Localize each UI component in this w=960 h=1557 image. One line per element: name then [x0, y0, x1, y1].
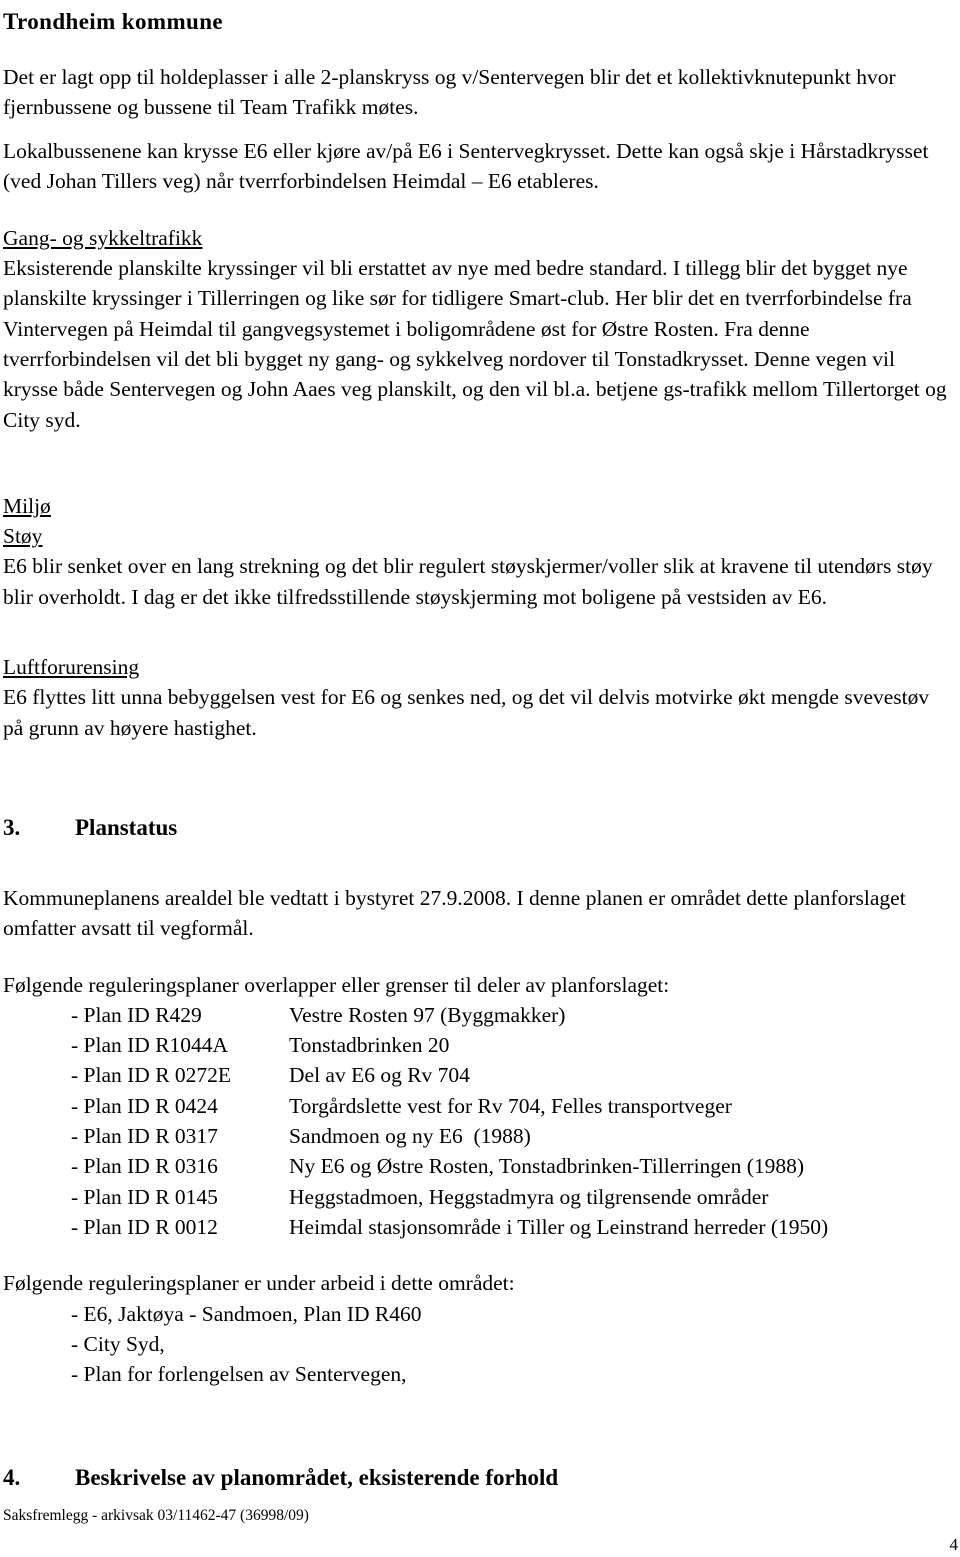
- list-item: - Plan ID R 0272E Del av E6 og Rv 704: [3, 1060, 947, 1090]
- paragraph-kommuneplanens-arealdel: Kommuneplanens arealdel ble vedtatt i by…: [3, 885, 906, 941]
- plan-description: Ny E6 og Østre Rosten, Tonstadbrinken-Ti…: [289, 1154, 805, 1179]
- paragraph-stoy: E6 blir senket over en lang strekning og…: [3, 554, 933, 609]
- paragraph-luftforurensing: E6 flyttes litt unna bebyggelsen vest fo…: [3, 685, 930, 740]
- document-content: Trondheim kommune Det er lagt opp til ho…: [3, 0, 947, 1493]
- plan-description: Vestre Rosten 97 (Byggmakker): [289, 1002, 566, 1027]
- heading-section-4: 4. Beskrivelse av planområdet, eksistere…: [3, 1463, 947, 1493]
- document-page: Trondheim kommune Det er lagt opp til ho…: [0, 0, 960, 1557]
- page-title: Trondheim kommune: [3, 9, 224, 34]
- work-in-progress-list: - E6, Jaktøya - Sandmoen, Plan ID R460 -…: [3, 1299, 947, 1390]
- plan-id: - Plan ID R 0424: [71, 1093, 218, 1118]
- paragraph-lokalbussene: Lokalbussenene kan krysse E6 eller kjøre…: [3, 139, 929, 194]
- list-item: - Plan ID R 0012 Heimdal stasjonsområde …: [3, 1212, 947, 1242]
- plan-id: - Plan ID R 0012: [71, 1214, 218, 1239]
- plan-description: Del av E6 og Rv 704: [289, 1063, 470, 1088]
- heading-stoy: Støy: [3, 521, 947, 551]
- heading-stoy-label: Støy: [3, 524, 43, 549]
- plan-id: - Plan ID R429: [71, 1002, 202, 1027]
- heading-miljo: Miljø: [3, 491, 947, 521]
- list-item: - Plan ID R429 Vestre Rosten 97 (Byggmak…: [3, 1000, 947, 1030]
- plan-description: Heimdal stasjonsområde i Tiller og Leins…: [289, 1214, 829, 1239]
- plan-id: - Plan ID R 0316: [71, 1154, 218, 1179]
- plan-id: - Plan ID R 0145: [71, 1184, 218, 1209]
- list-item: - Plan ID R 0424 Torgårdslette vest for …: [3, 1091, 947, 1121]
- list-item: - City Syd,: [71, 1331, 165, 1356]
- list-item: - E6, Jaktøya - Sandmoen, Plan ID R460: [71, 1301, 422, 1326]
- list-item: - Plan ID R1044A Tonstadbrinken 20: [3, 1030, 947, 1060]
- plan-id: - Plan ID R 0272E: [71, 1063, 232, 1088]
- list-item: - Plan ID R 0317 Sandmoen og ny E6 (1988…: [3, 1121, 947, 1151]
- paragraph-holdeplasser: Det er lagt opp til holdeplasser i alle …: [3, 64, 896, 119]
- plan-id: - Plan ID R 0317: [71, 1124, 218, 1149]
- heading-luftforurensing: Luftforurensing: [3, 652, 947, 682]
- heading-section-3: 3. Planstatus: [3, 813, 947, 843]
- heading-gang-og-sykkeltrafikk-label: Gang- og sykkeltrafikk: [3, 225, 203, 250]
- plan-description: Sandmoen og ny E6 (1988): [289, 1124, 531, 1149]
- list-item: - Plan for forlengelsen av Sentervegen,: [71, 1362, 407, 1387]
- heading-section-3-number: 3.: [3, 814, 21, 840]
- heading-gang-og-sykkeltrafikk: Gang- og sykkeltrafikk: [3, 223, 947, 253]
- footer-text: Saksfremlegg - arkivsak 03/11462-47 (369…: [3, 1507, 309, 1524]
- paragraph-plans-intro: Følgende reguleringsplaner overlapper el…: [3, 972, 670, 997]
- heading-section-4-label: Beskrivelse av planområdet, eksisterende…: [75, 1465, 559, 1491]
- plan-description: Heggstadmoen, Heggstadmyra og tilgrensen…: [289, 1184, 769, 1209]
- heading-section-3-label: Planstatus: [75, 814, 178, 840]
- paragraph-gang-og-sykkeltrafikk: Eksisterende planskilte kryssinger vil b…: [3, 256, 947, 432]
- paragraph-wip-intro: Følgende reguleringsplaner er under arbe…: [3, 1271, 515, 1296]
- plan-list: - Plan ID R429 Vestre Rosten 97 (Byggmak…: [3, 1000, 947, 1242]
- heading-section-4-number: 4.: [3, 1465, 21, 1491]
- list-item: - Plan ID R 0316 Ny E6 og Østre Rosten, …: [3, 1151, 947, 1181]
- page-number: 4: [949, 1535, 959, 1554]
- plan-description: Torgårdslette vest for Rv 704, Felles tr…: [289, 1093, 732, 1118]
- list-item: - Plan ID R 0145 Heggstadmoen, Heggstadm…: [3, 1182, 947, 1212]
- plan-id: - Plan ID R1044A: [71, 1033, 229, 1058]
- heading-miljo-label: Miljø: [3, 493, 51, 518]
- plan-description: Tonstadbrinken 20: [289, 1033, 450, 1058]
- heading-luftforurensing-label: Luftforurensing: [3, 655, 140, 680]
